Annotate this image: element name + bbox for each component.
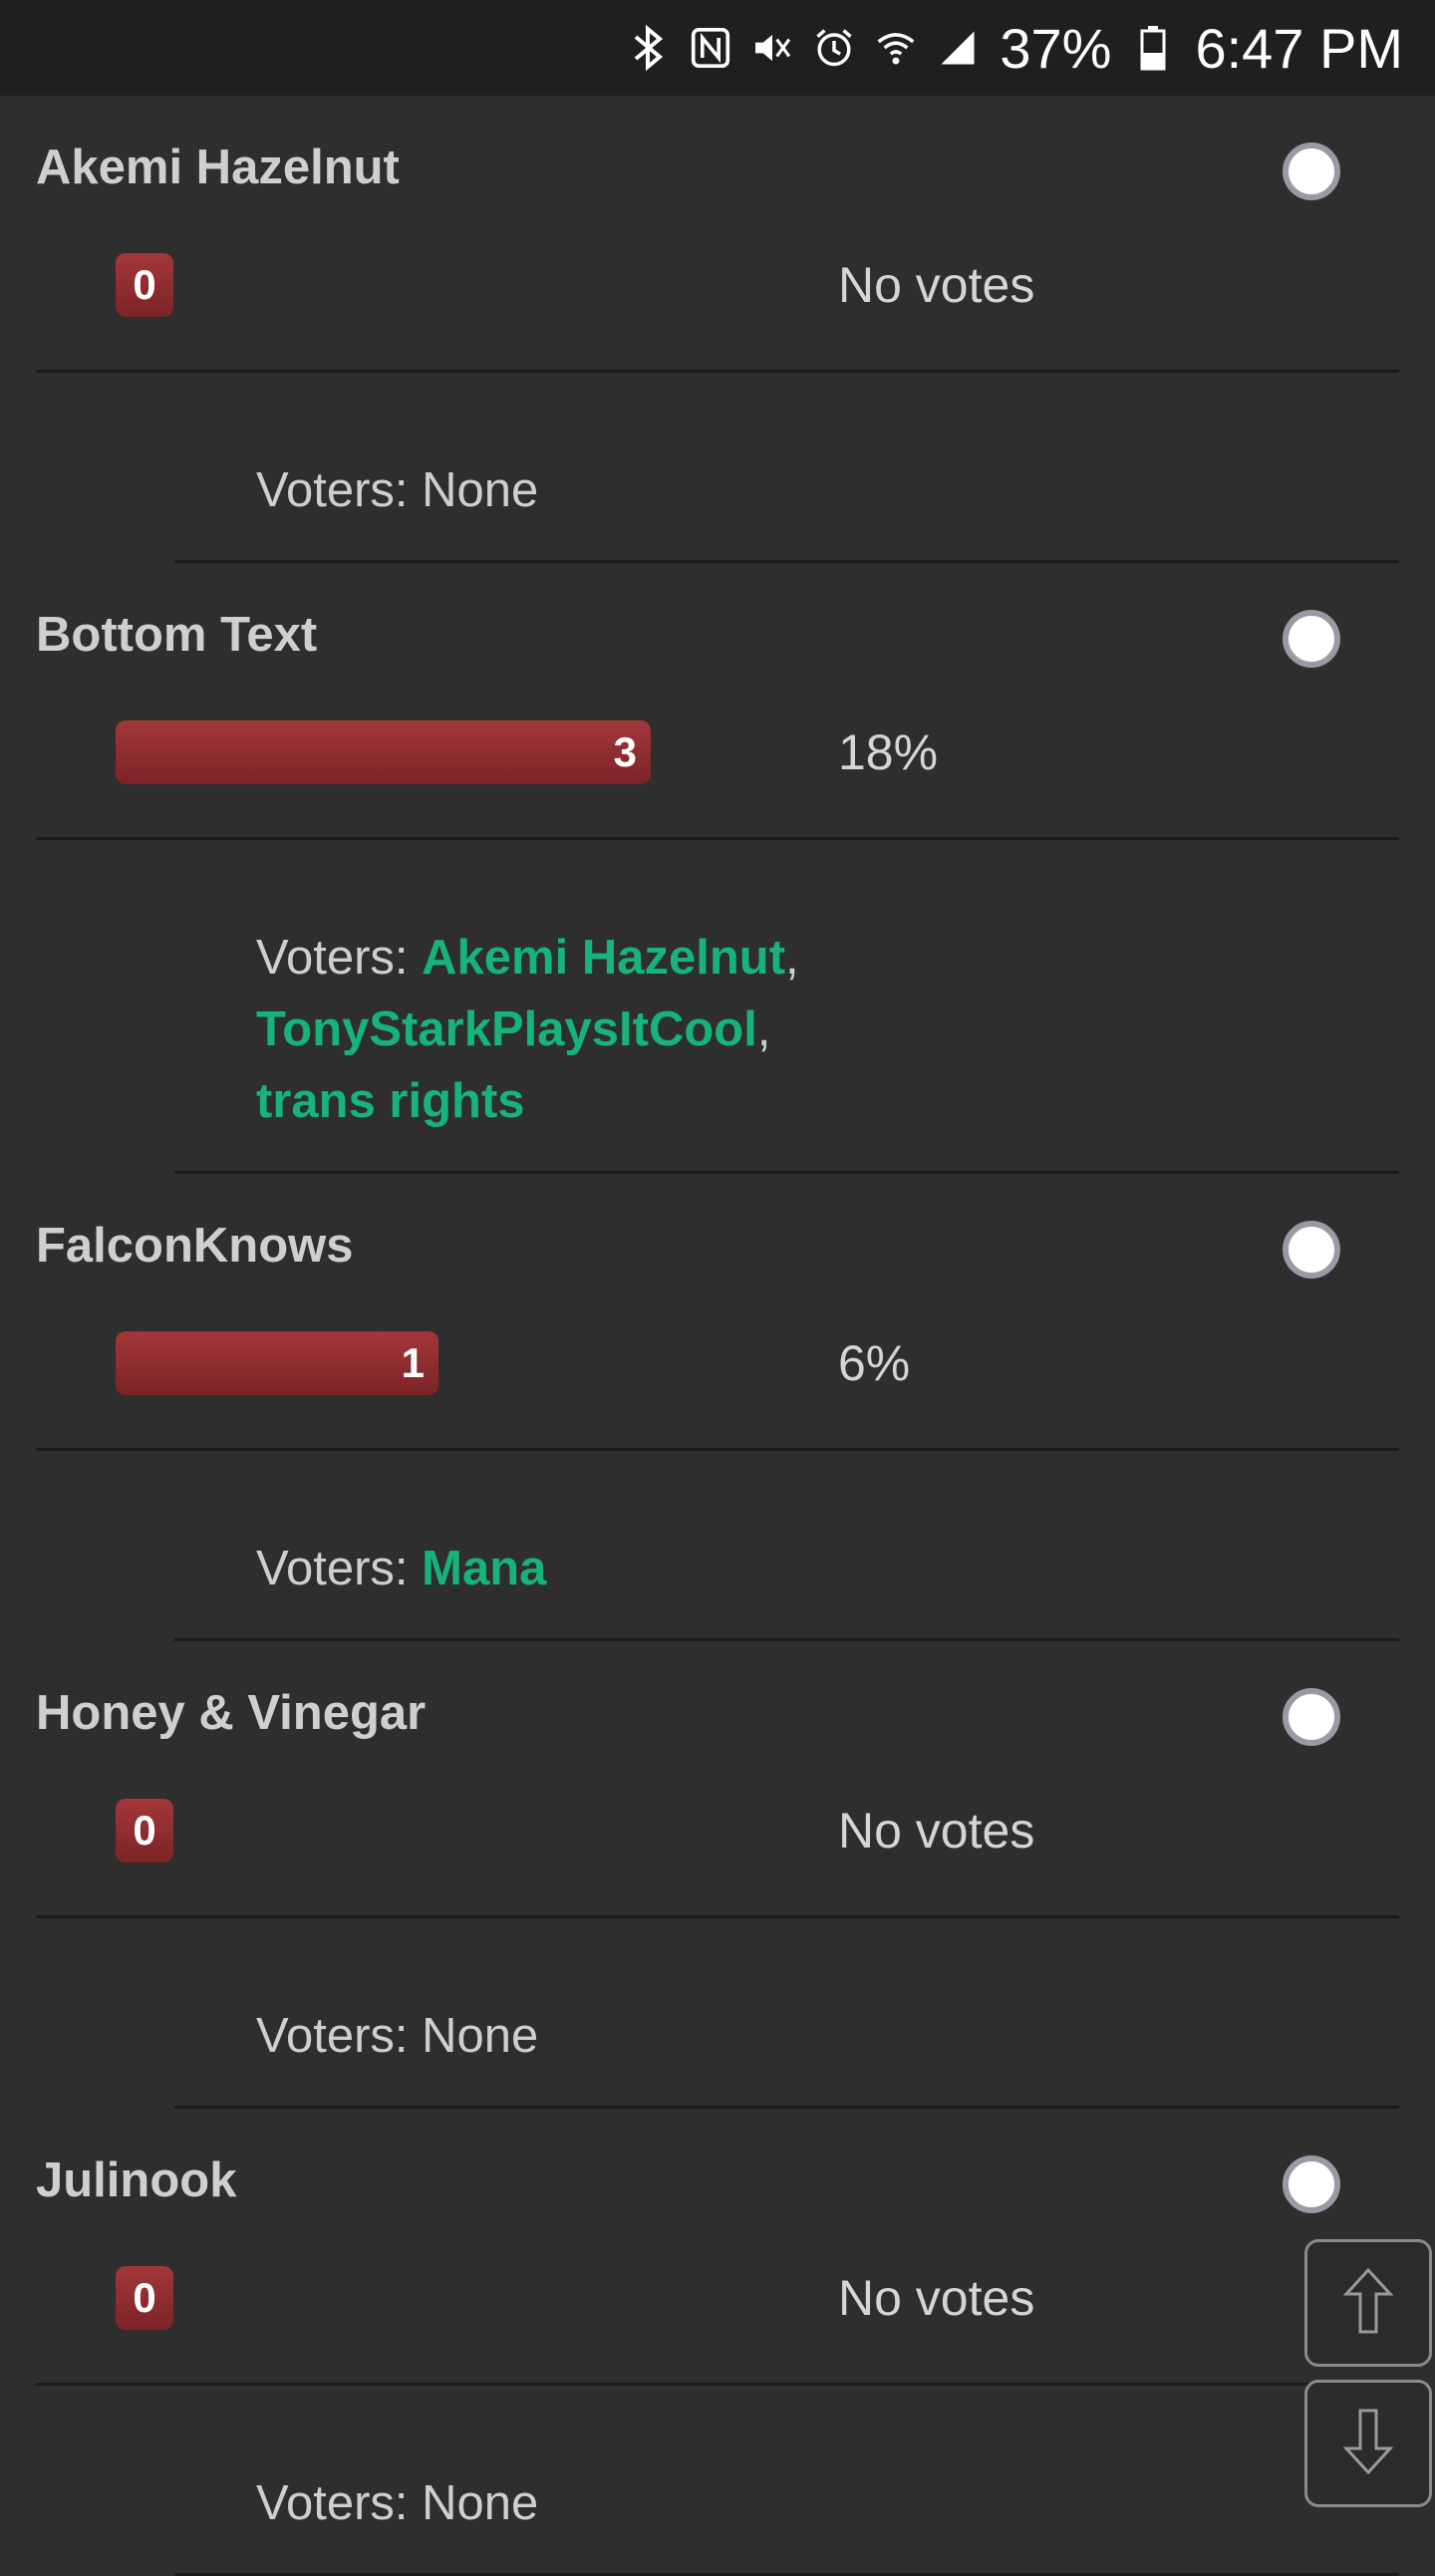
poll-option: Bottom Text 3 18% Voters: Akemi Hazelnut… (0, 563, 1435, 1174)
voters-line: Voters: None (174, 373, 1399, 563)
battery-icon (1133, 25, 1173, 71)
voter-link[interactable]: Akemi Hazelnut (422, 931, 785, 985)
vote-radio-button[interactable] (1283, 143, 1340, 200)
voters-none: None (422, 2009, 539, 2063)
voters-line: Voters: None (174, 2386, 1399, 2576)
voters-label: Voters: (256, 2009, 409, 2063)
option-name: FalconKnows (36, 1219, 354, 1273)
vote-percent: No votes (838, 2270, 1035, 2326)
vote-percent: 6% (838, 1335, 911, 1391)
poll-option: FalconKnows 1 6% Voters: Mana (0, 1174, 1435, 1641)
voters-line: Voters: Mana (174, 1451, 1399, 1641)
voters-label: Voters: (256, 2476, 409, 2530)
voters-none: None (422, 463, 539, 517)
poll-option: Akemi Hazelnut 0 No votes Voters: None (0, 96, 1435, 563)
scroll-up-button[interactable] (1304, 2239, 1432, 2367)
voters-line: Voters: Akemi Hazelnut, TonyStarkPlaysIt… (174, 840, 1399, 1174)
mute-icon (752, 25, 792, 71)
arrow-down-icon (1342, 2407, 1394, 2481)
vote-count: 0 (133, 261, 156, 308)
poll-options-list: Akemi Hazelnut 0 No votes Voters: None B… (0, 96, 1435, 2576)
voters-line: Voters: None (174, 1918, 1399, 2109)
voters-none: None (422, 2476, 539, 2530)
option-name: Honey & Vinegar (36, 1686, 427, 1740)
voters-label: Voters: (256, 463, 409, 517)
voters-label: Voters: (256, 1542, 409, 1595)
scroll-down-button[interactable] (1304, 2380, 1432, 2507)
nfc-icon (691, 25, 730, 71)
vote-percent: No votes (838, 1803, 1035, 1859)
vote-count: 0 (133, 1807, 156, 1854)
arrow-up-icon (1342, 2266, 1394, 2341)
voters-label: Voters: (256, 931, 409, 985)
clock: 6:47 PM (1195, 16, 1403, 80)
bluetooth-icon (629, 25, 669, 71)
status-bar: 37% 6:47 PM (0, 0, 1435, 96)
poll-option: Honey & Vinegar 0 No votes Voters: None (0, 1641, 1435, 2109)
voter-link[interactable]: trans rights (256, 1074, 525, 1128)
vote-bar: 0 (116, 1799, 173, 1862)
vote-percent: No votes (838, 257, 1035, 313)
vote-bar: 3 (116, 720, 651, 784)
option-name: Julinook (36, 2153, 237, 2207)
vote-radio-button[interactable] (1283, 2155, 1340, 2213)
option-name: Bottom Text (36, 608, 318, 662)
vote-radio-button[interactable] (1283, 1221, 1340, 1279)
vote-bar: 0 (116, 2266, 173, 2330)
vote-bar: 0 (116, 253, 173, 317)
vote-percent: 18% (838, 724, 939, 780)
poll-option: Julinook 0 No votes Voters: None (0, 2109, 1435, 2576)
vote-radio-button[interactable] (1283, 1688, 1340, 1746)
signal-icon (938, 25, 978, 71)
voter-link[interactable]: TonyStarkPlaysItCool (256, 1002, 757, 1056)
vote-count: 1 (401, 1339, 425, 1386)
alarm-icon (814, 25, 854, 71)
vote-bar: 1 (116, 1331, 438, 1395)
option-name: Akemi Hazelnut (36, 141, 400, 194)
vote-count: 3 (613, 728, 637, 775)
vote-radio-button[interactable] (1283, 610, 1340, 668)
wifi-icon (876, 25, 916, 71)
voter-link[interactable]: Mana (422, 1542, 546, 1595)
vote-count: 0 (133, 2274, 156, 2321)
battery-percent: 37% (1000, 16, 1112, 80)
